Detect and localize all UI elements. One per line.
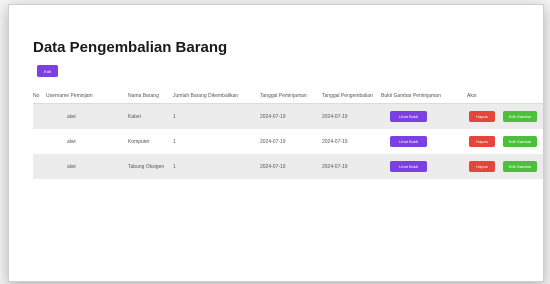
cell-nama-barang: Kabel [128,114,141,120]
edit-gambar-button[interactable]: Edit Gambar [503,111,537,122]
table-header: No Username Peminjam Nama Barang Jumlah … [33,89,543,104]
cell-username: alwi [67,139,76,145]
cell-jumlah: 1 [173,139,176,145]
header-username: Username Peminjam [46,93,93,99]
hapus-button[interactable]: Hapus [469,136,495,147]
returns-table: No Username Peminjam Nama Barang Jumlah … [33,89,543,179]
edit-gambar-button[interactable]: Edit Gambar [503,161,537,172]
cell-tgl-pengembalian: 2024-07-19 [322,164,348,170]
header-no: No [33,93,40,99]
cell-tgl-pengembalian: 2024-07-19 [322,139,348,145]
table-row: alwi Tabung Oksigen 1 2024-07-19 2024-07… [33,154,543,179]
lihat-bukti-button[interactable]: Lihat Bukti [390,111,427,122]
header-jumlah: Jumlah Barang Dikembalikan [173,93,239,99]
cell-tgl-peminjaman: 2024-07-19 [260,114,286,120]
cell-nama-barang: Tabung Oksigen [128,164,165,170]
lihat-bukti-button[interactable]: Lihat Bukti [390,136,427,147]
cell-tgl-peminjaman: 2024-07-19 [260,164,286,170]
table-row: alwi Komputer 1 2024-07-19 2024-07-19 Li… [33,129,543,154]
header-nama-barang: Nama Barang [128,93,159,99]
header-bukti: Bukti Gambar Peminjaman [381,93,441,99]
app-window: Data Pengembalian Barang Edit No Usernam… [8,4,544,282]
cell-username: alwi [67,114,76,120]
header-tgl-pengembalian: Tanggal Pengembalian [322,93,373,99]
table-row: alwi Kabel 1 2024-07-19 2024-07-19 Lihat… [33,104,543,129]
cell-jumlah: 1 [173,164,176,170]
cell-tgl-peminjaman: 2024-07-19 [260,139,286,145]
add-button[interactable]: Edit [37,65,58,77]
page-title: Data Pengembalian Barang [33,39,228,56]
cell-username: alwi [67,164,76,170]
edit-gambar-button[interactable]: Edit Gambar [503,136,537,147]
header-tgl-peminjaman: Tanggal Peminjaman [260,93,307,99]
cell-nama-barang: Komputer [128,139,150,145]
hapus-button[interactable]: Hapus [469,161,495,172]
hapus-button[interactable]: Hapus [469,111,495,122]
cell-jumlah: 1 [173,114,176,120]
cell-tgl-pengembalian: 2024-07-19 [322,114,348,120]
lihat-bukti-button[interactable]: Lihat Bukti [390,161,427,172]
header-aksi: Aksi [467,93,477,99]
